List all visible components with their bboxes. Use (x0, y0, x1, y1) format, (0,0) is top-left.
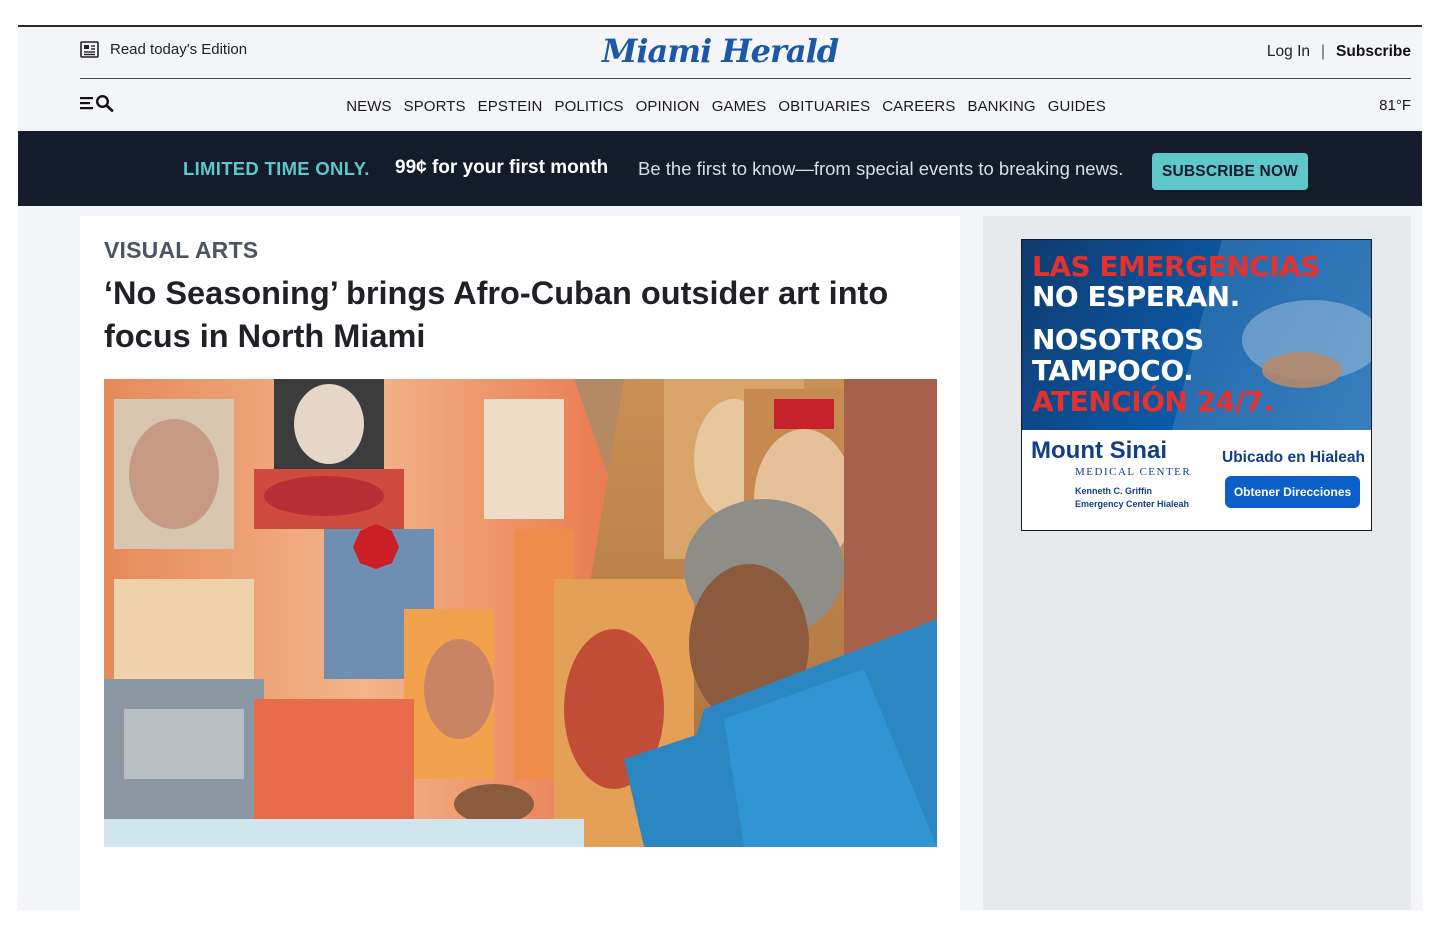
login-link[interactable]: Log In (1267, 43, 1310, 61)
nav-links: NEWS SPORTS EPSTEIN POLITICS OPINION GAM… (18, 98, 1422, 115)
nav-item-sports[interactable]: SPORTS (404, 98, 466, 115)
ad-line-3: NOSOTROS (1032, 323, 1204, 356)
browser-page: Read today's Edition Miami Herald Log In… (18, 25, 1422, 910)
ad-brand: Mount Sinai (1031, 437, 1167, 464)
article-main: VISUAL ARTS ‘No Seasoning’ brings Afro-C… (80, 216, 960, 910)
subscribe-link[interactable]: Subscribe (1336, 43, 1411, 61)
promo-price-prefix: 99¢ for your (395, 157, 510, 178)
ad-line-4: TAMPOCO. (1032, 354, 1194, 387)
promo-limited-label: LIMITED TIME ONLY. (183, 158, 370, 179)
nav-item-epstein[interactable]: EPSTEIN (478, 98, 543, 115)
hero-photo (104, 379, 937, 847)
advertisement[interactable]: LAS EMERGENCIAS NO ESPERAN. NOSOTROS TAM… (1021, 239, 1372, 531)
account-separator: | (1321, 43, 1326, 60)
weather-temperature[interactable]: 81°F (1379, 97, 1411, 114)
ad-small-text: Kenneth C. Griffin Emergency Center Hial… (1075, 486, 1190, 509)
promo-description: Be the first to know—from special events… (638, 158, 1124, 179)
ad-brand-sub: MEDICAL CENTER (1075, 466, 1192, 478)
promo-price: 99¢ for your first month (395, 157, 608, 179)
nav-item-news[interactable]: NEWS (346, 98, 391, 115)
promo-banner: LIMITED TIME ONLY. 99¢ for your first mo… (18, 131, 1422, 206)
article-hero-image[interactable] (104, 379, 937, 847)
ad-directions-button[interactable]: Obtener Direcciones (1225, 476, 1360, 508)
nav-item-careers[interactable]: CAREERS (882, 98, 955, 115)
nav-item-politics[interactable]: POLITICS (555, 98, 624, 115)
promo-price-bold: first month (509, 157, 609, 178)
sidebar: LAS EMERGENCIAS NO ESPERAN. NOSOTROS TAM… (983, 216, 1411, 910)
ad-line-5: ATENCIÓN 24/7. (1032, 385, 1274, 418)
nav-item-opinion[interactable]: OPINION (636, 98, 700, 115)
account-links: Log In | Subscribe (1267, 43, 1411, 61)
nav-item-guides[interactable]: GUIDES (1048, 98, 1106, 115)
nav-item-obituaries[interactable]: OBITUARIES (778, 98, 870, 115)
ad-location: Ubicado en Hialeah (1222, 449, 1365, 466)
site-logo[interactable]: Miami Herald (602, 32, 839, 70)
article-headline: ‘No Seasoning’ brings Afro-Cuban outside… (104, 275, 889, 354)
ad-footer: Mount Sinai MEDICAL CENTER Kenneth C. Gr… (1022, 430, 1371, 530)
subscribe-now-button[interactable]: SUBSCRIBE NOW (1152, 153, 1308, 190)
site-logo-wrap: Miami Herald (18, 32, 1422, 70)
main-nav: NEWS SPORTS EPSTEIN POLITICS OPINION GAM… (18, 79, 1422, 131)
nav-item-games[interactable]: GAMES (712, 98, 767, 115)
ad-line-1: LAS EMERGENCIAS (1032, 250, 1320, 283)
nav-item-banking[interactable]: BANKING (967, 98, 1035, 115)
ad-hero: LAS EMERGENCIAS NO ESPERAN. NOSOTROS TAM… (1022, 240, 1371, 430)
ad-line-2: NO ESPERAN. (1032, 280, 1240, 313)
article-category[interactable]: VISUAL ARTS (104, 237, 258, 264)
utility-bar: Read today's Edition Miami Herald Log In… (18, 27, 1422, 79)
